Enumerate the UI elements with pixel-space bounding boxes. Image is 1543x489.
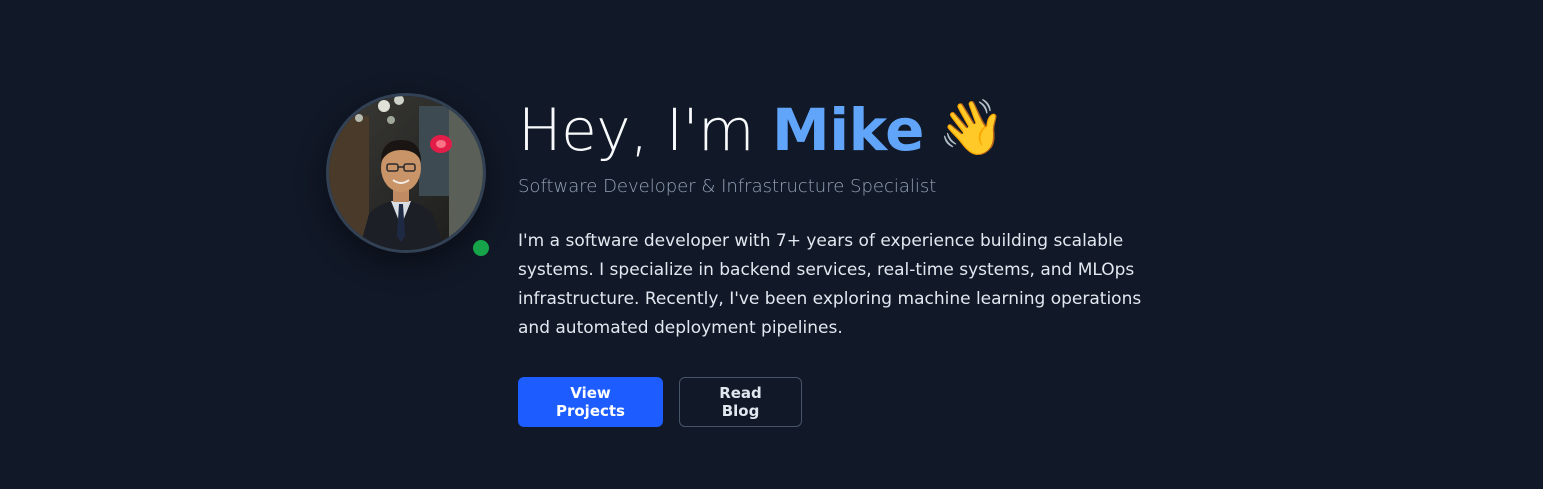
hero-content: Hey, I'm Mike 👋 Software Developer & Infr…	[518, 84, 1198, 427]
avatar-container	[326, 93, 489, 256]
hero-section: Hey, I'm Mike 👋 Software Developer & Infr…	[0, 0, 1543, 489]
view-projects-button[interactable]: View Projects	[518, 377, 663, 427]
avatar-photo	[329, 96, 483, 250]
hero-bio: I'm a software developer with 7+ years o…	[518, 231, 1142, 338]
hero-title: Hey, I'm Mike 👋	[518, 84, 1198, 174]
hero-name: Mike	[771, 96, 924, 164]
greeting-text: Hey, I'm	[518, 96, 772, 164]
avatar	[326, 93, 486, 253]
hero-subtitle: Software Developer & Infrastructure Spec…	[518, 176, 937, 197]
read-blog-button[interactable]: Read Blog	[679, 377, 802, 427]
online-status-indicator	[473, 240, 489, 256]
hero-actions: View Projects Read Blog	[518, 377, 1198, 427]
waving-hand-icon: 👋	[937, 96, 1005, 159]
